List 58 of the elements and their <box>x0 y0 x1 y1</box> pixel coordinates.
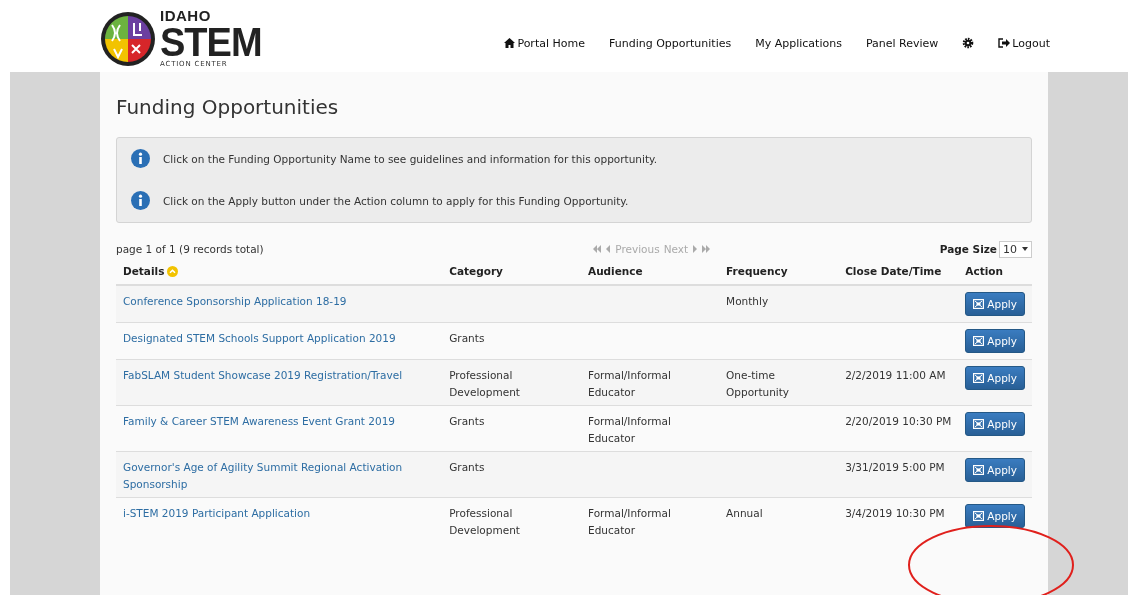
column-header[interactable]: Close Date/Time <box>845 265 942 277</box>
opportunity-link[interactable]: Designated STEM Schools Support Application 2019 <box>123 330 436 347</box>
caret-icon <box>1022 247 1028 251</box>
table-cell: Grants <box>449 332 485 344</box>
logo-emblem-icon <box>100 11 156 67</box>
table-cell: Monthly <box>726 295 769 307</box>
portal-home-link[interactable]: Portal Home <box>504 36 585 50</box>
logout-link[interactable]: Logout <box>998 36 1050 50</box>
info-icon <box>131 191 150 210</box>
nav-link[interactable]: My Applications <box>755 36 842 50</box>
info-text: Click on the Funding Opportunity Name to see guidelines and information for this opportunity. <box>163 152 658 165</box>
table-cell: Professional Development <box>449 369 520 398</box>
image-icon <box>973 336 985 346</box>
image-icon <box>973 465 985 475</box>
apply-button[interactable]: Apply <box>965 458 1025 482</box>
image-icon <box>973 419 985 429</box>
apply-button[interactable]: Apply <box>965 412 1025 436</box>
page-title: Funding Opportunities <box>116 94 340 121</box>
record-summary: page 1 of 1 (9 records total) <box>116 243 264 255</box>
apply-button[interactable]: Apply <box>965 366 1025 390</box>
opportunity-link[interactable]: i-STEM 2019 Participant Application <box>123 505 436 522</box>
table-cell: Formal/Informal Educator <box>588 369 671 398</box>
table-cell: Grants <box>449 415 485 427</box>
table-cell: One-time Opportunity <box>726 369 790 398</box>
table-cell: 3/31/2019 5:00 PM <box>845 461 945 473</box>
previous-page-icon <box>606 245 612 253</box>
apply-button[interactable]: Apply <box>965 329 1025 353</box>
last-page-icon <box>701 245 711 253</box>
nav-link[interactable]: Funding Opportunities <box>609 36 732 50</box>
table-cell: 3/4/2019 10:30 PM <box>845 507 945 519</box>
table-cell: Grants <box>449 461 485 473</box>
table-cell: 2/2/2019 11:00 AM <box>845 369 946 381</box>
table-cell: Formal/Informal Educator <box>588 507 671 536</box>
settings-icon[interactable] <box>962 37 975 49</box>
info-icon <box>131 149 150 168</box>
apply-button[interactable]: Apply <box>965 292 1025 316</box>
apply-button[interactable]: Apply <box>965 504 1025 528</box>
logo-stem: STEM <box>160 22 262 62</box>
opportunity-link[interactable]: Family & Career STEM Awareness Event Grant 2019 <box>123 413 436 430</box>
column-header[interactable]: Audience <box>588 265 643 277</box>
page-size-label: Page Size <box>939 243 997 255</box>
column-header[interactable]: Action <box>965 265 1003 277</box>
info-text: Click on the Apply button under the Action column to apply for this Funding Opportunity. <box>163 194 629 207</box>
table-cell: Professional Development <box>449 507 520 536</box>
image-icon <box>973 511 985 521</box>
table-cell: Formal/Informal Educator <box>588 415 671 444</box>
image-icon <box>973 299 985 309</box>
logo-idaho: IDAHO <box>160 8 212 23</box>
column-header[interactable]: Details <box>123 265 165 277</box>
next-page-icon <box>692 245 698 253</box>
logout-icon[interactable] <box>998 38 1011 48</box>
table-cell: 2/20/2019 10:30 PM <box>845 415 952 427</box>
home-icon[interactable] <box>504 38 516 48</box>
column-header[interactable]: Category <box>449 265 503 277</box>
table-cell: Annual <box>726 507 763 519</box>
image-icon <box>973 373 985 383</box>
column-header[interactable]: Frequency <box>726 265 788 277</box>
nav-link[interactable]: Panel Review <box>865 36 939 50</box>
